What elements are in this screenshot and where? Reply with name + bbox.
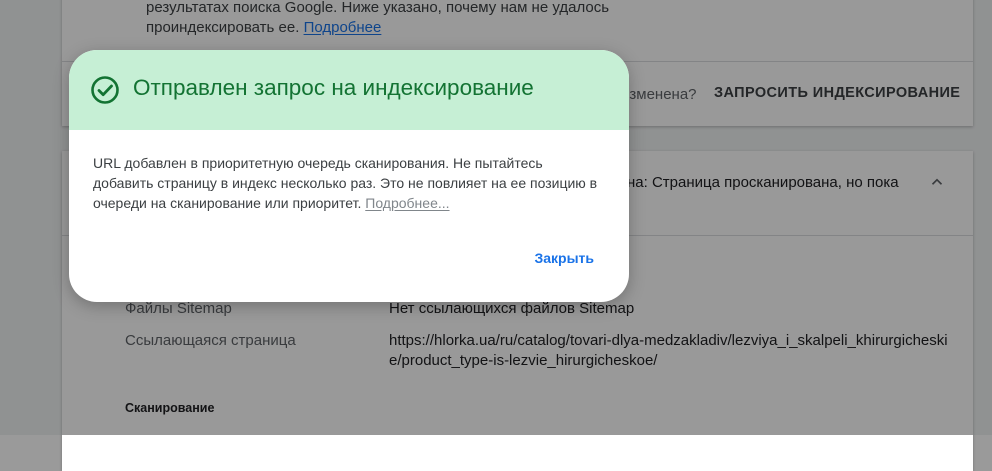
check-circle-icon <box>91 76 119 104</box>
dialog-title: Отправлен запрос на индексирование <box>133 75 534 100</box>
dialog-header: Отправлен запрос на индексирование <box>69 50 629 130</box>
dialog-message: URL добавлен в приоритетную очередь скан… <box>93 153 605 213</box>
close-button[interactable]: Закрыть <box>534 250 594 266</box>
dialog-learn-more-link[interactable]: Подробнее... <box>365 195 449 211</box>
dialog-message-text: URL добавлен в приоритетную очередь скан… <box>93 155 598 211</box>
indexing-requested-dialog: Отправлен запрос на индексирование URL д… <box>69 50 629 302</box>
